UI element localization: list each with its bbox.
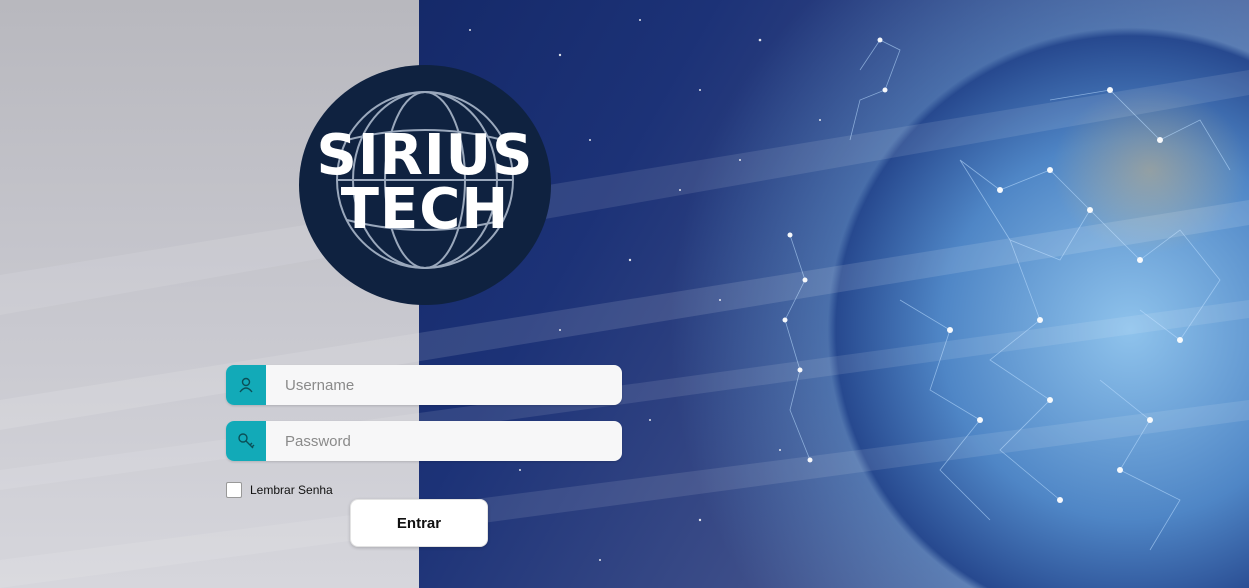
key-icon (226, 421, 266, 461)
password-input[interactable] (266, 421, 622, 461)
login-button[interactable]: Entrar (350, 499, 488, 547)
sirius-tech-logo: SIRIUS TECH (299, 65, 551, 305)
remember-checkbox[interactable] (226, 482, 242, 498)
username-field (226, 365, 622, 405)
light-streaks (0, 70, 1249, 588)
user-icon (226, 365, 266, 405)
remember-label: Lembrar Senha (250, 483, 333, 497)
password-field (226, 421, 622, 461)
username-input[interactable] (266, 365, 622, 405)
logo-line-tech: TECH (340, 177, 510, 242)
remember-password: Lembrar Senha (226, 481, 333, 499)
